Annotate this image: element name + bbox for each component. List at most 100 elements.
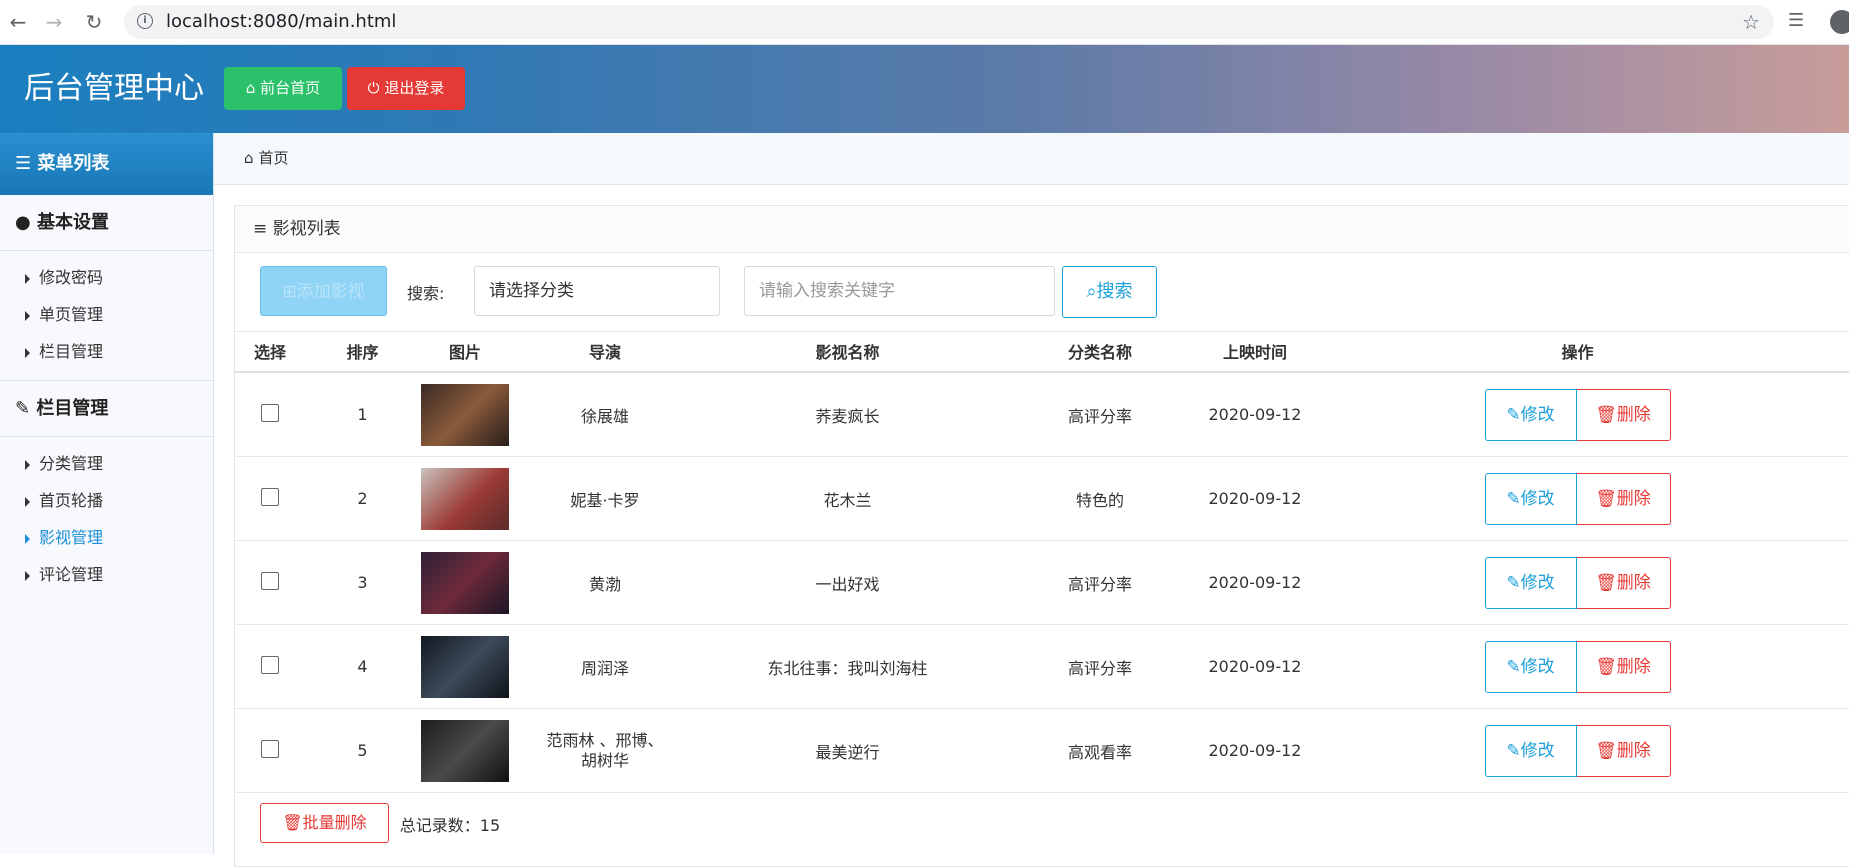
movie-poster-image: [421, 635, 509, 698]
column-header: 分类名称: [995, 331, 1205, 373]
sidebar-group-columns[interactable]: ✎ 栏目管理: [0, 381, 213, 437]
table-header-row: 选择 排序 图片 导演 影视名称 分类名称 上映时间 操作: [235, 331, 1849, 373]
category-select[interactable]: 请选择分类: [474, 266, 720, 316]
delete-button[interactable]: 🗑删除: [1576, 388, 1671, 441]
app-title: 后台管理中心: [24, 71, 204, 106]
add-movie-button[interactable]: ⊞添加影视: [260, 266, 387, 316]
search-button[interactable]: ⌕搜索: [1062, 266, 1157, 318]
director-cell: 范雨林 、邢博、胡树华: [510, 708, 700, 793]
delete-button[interactable]: 🗑删除: [1576, 472, 1671, 525]
sidebar-item-label: 首页轮播: [39, 491, 104, 510]
search-toolbar: ⊞添加影视 搜索: 请选择分类 请输入搜索关键字 ⌕搜索: [235, 253, 1849, 332]
edit-button[interactable]: ✎修改: [1484, 724, 1577, 777]
order-cell: 5: [305, 708, 420, 793]
edit-icon: ✎: [15, 398, 31, 419]
home-icon: ⌂: [245, 79, 256, 97]
caret-right-icon: [25, 310, 30, 321]
home-icon: ⌂: [244, 149, 254, 167]
power-icon: ⏻: [367, 79, 380, 97]
url-text[interactable]: localhost:8080/main.html: [166, 5, 396, 39]
column-header: 影视名称: [700, 331, 995, 373]
logout-label: 退出登录: [384, 79, 445, 97]
trash-icon: 🗑: [1595, 740, 1617, 761]
category-cell: 特色的: [995, 456, 1205, 541]
director-cell: 妮基·卡罗: [510, 456, 700, 541]
director-cell: 周润泽: [510, 624, 700, 709]
release-date-cell: 2020-09-12: [1205, 456, 1305, 541]
table-footer: 🗑批量删除 总记录数：15: [260, 803, 500, 843]
edit-label: 修改: [1520, 656, 1555, 677]
forward-icon[interactable]: →: [42, 10, 66, 34]
row-checkbox[interactable]: [261, 655, 279, 674]
user-icon: ●: [15, 212, 31, 233]
reading-list-icon[interactable]: ☰: [1788, 10, 1804, 31]
movie-name-cell: 最美逆行: [700, 708, 995, 793]
edit-button[interactable]: ✎修改: [1484, 640, 1577, 693]
director-cell: 徐展雄: [510, 372, 700, 457]
list-icon: ≡: [253, 219, 268, 239]
sidebar-item-movies[interactable]: 影视管理: [0, 519, 213, 556]
frontend-home-button[interactable]: ⌂ 前台首页: [224, 67, 342, 110]
order-cell: 4: [305, 624, 420, 709]
edit-button[interactable]: ✎修改: [1484, 472, 1577, 525]
menu-list-title: 菜单列表: [37, 153, 110, 174]
frontend-home-label: 前台首页: [260, 79, 321, 97]
sidebar-item-comments[interactable]: 评论管理: [0, 556, 213, 593]
sidebar-item-label: 单页管理: [39, 305, 104, 324]
movie-poster-image: [421, 719, 509, 782]
delete-button[interactable]: 🗑删除: [1576, 556, 1671, 609]
sidebar-item-label: 影视管理: [39, 528, 104, 547]
reload-icon[interactable]: ↻: [82, 10, 106, 34]
delete-button[interactable]: 🗑删除: [1576, 640, 1671, 693]
sidebar-item-carousel[interactable]: 首页轮播: [0, 482, 213, 519]
order-cell: 3: [305, 540, 420, 625]
table-row: 1 徐展雄 荞麦疯长 高评分率 2020-09-12 ✎修改 🗑删除: [235, 372, 1849, 457]
sidebar-group-basic[interactable]: ● 基本设置: [0, 195, 213, 251]
edit-icon: ✎: [1506, 656, 1521, 677]
batch-delete-button[interactable]: 🗑批量删除: [260, 803, 389, 843]
edit-label: 修改: [1520, 572, 1555, 593]
profile-avatar-icon[interactable]: [1830, 10, 1849, 34]
edit-icon: ✎: [1506, 404, 1521, 425]
row-checkbox[interactable]: [261, 403, 279, 422]
delete-label: 删除: [1616, 572, 1651, 593]
delete-button[interactable]: 🗑删除: [1576, 724, 1671, 777]
bookmark-star-icon[interactable]: ☆: [1742, 5, 1760, 39]
keyword-input[interactable]: 请输入搜索关键字: [744, 266, 1055, 316]
sidebar-item-column-manage[interactable]: 栏目管理: [0, 333, 213, 370]
search-label: 搜索:: [407, 284, 445, 303]
sidebar-item-change-password[interactable]: 修改密码: [0, 259, 213, 296]
release-date-cell: 2020-09-12: [1205, 624, 1305, 709]
total-label: 总记录数：: [399, 815, 480, 835]
logout-button[interactable]: ⏻ 退出登录: [347, 67, 465, 110]
trash-icon: 🗑: [1595, 656, 1617, 677]
edit-icon: ✎: [1506, 740, 1521, 761]
edit-button[interactable]: ✎修改: [1484, 556, 1577, 609]
edit-icon: ✎: [1506, 572, 1521, 593]
movie-name-cell: 花木兰: [700, 456, 995, 541]
breadcrumb-home[interactable]: 首页: [259, 149, 289, 167]
row-checkbox[interactable]: [261, 739, 279, 758]
search-icon: ⌕: [1086, 281, 1097, 302]
movie-name-cell: 荞麦疯长: [700, 372, 995, 457]
trash-icon: 🗑: [1595, 572, 1617, 593]
edit-button[interactable]: ✎修改: [1484, 388, 1577, 441]
column-header: 上映时间: [1205, 331, 1305, 373]
info-icon[interactable]: i: [137, 13, 153, 29]
divider: [0, 370, 213, 381]
panel-title: 影视列表: [272, 219, 341, 239]
search-button-label: 搜索: [1096, 281, 1133, 302]
row-actions: ✎修改 🗑删除: [1484, 472, 1671, 525]
trash-icon: 🗑: [1595, 404, 1617, 425]
edit-label: 修改: [1520, 488, 1555, 509]
caret-right-icon: [25, 273, 30, 284]
trash-icon: 🗑: [282, 813, 303, 832]
sidebar-item-category[interactable]: 分类管理: [0, 445, 213, 482]
sidebar-item-single-page[interactable]: 单页管理: [0, 296, 213, 333]
row-checkbox[interactable]: [261, 571, 279, 590]
row-checkbox[interactable]: [261, 487, 279, 506]
release-date-cell: 2020-09-12: [1205, 708, 1305, 793]
address-bar[interactable]: i localhost:8080/main.html ☆: [124, 5, 1774, 39]
back-icon[interactable]: ←: [6, 10, 30, 34]
column-header: 图片: [420, 331, 510, 373]
